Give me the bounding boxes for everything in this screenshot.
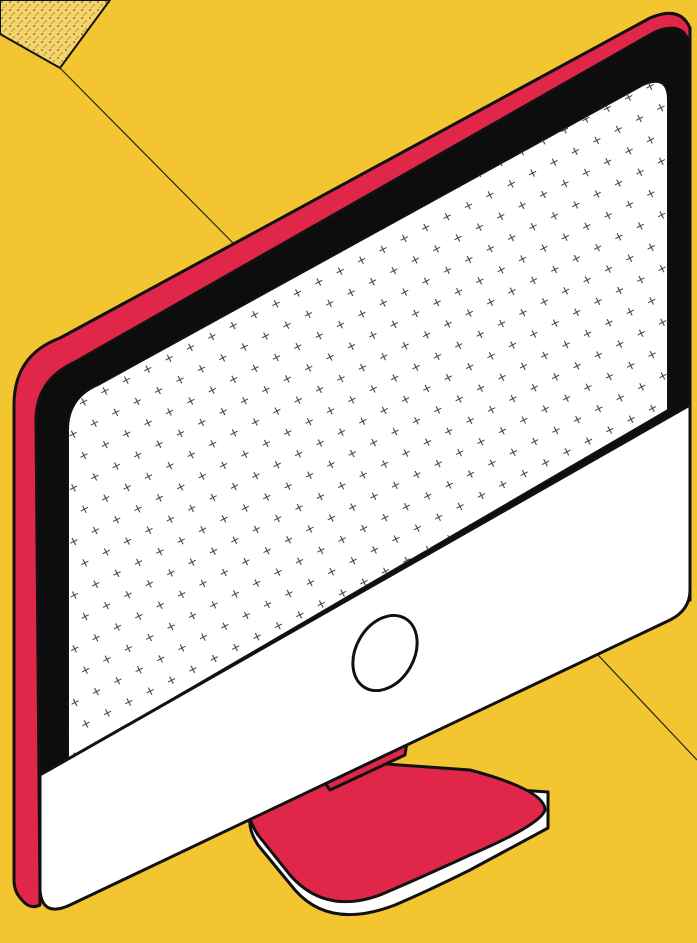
monitor-illustration [0, 0, 697, 943]
